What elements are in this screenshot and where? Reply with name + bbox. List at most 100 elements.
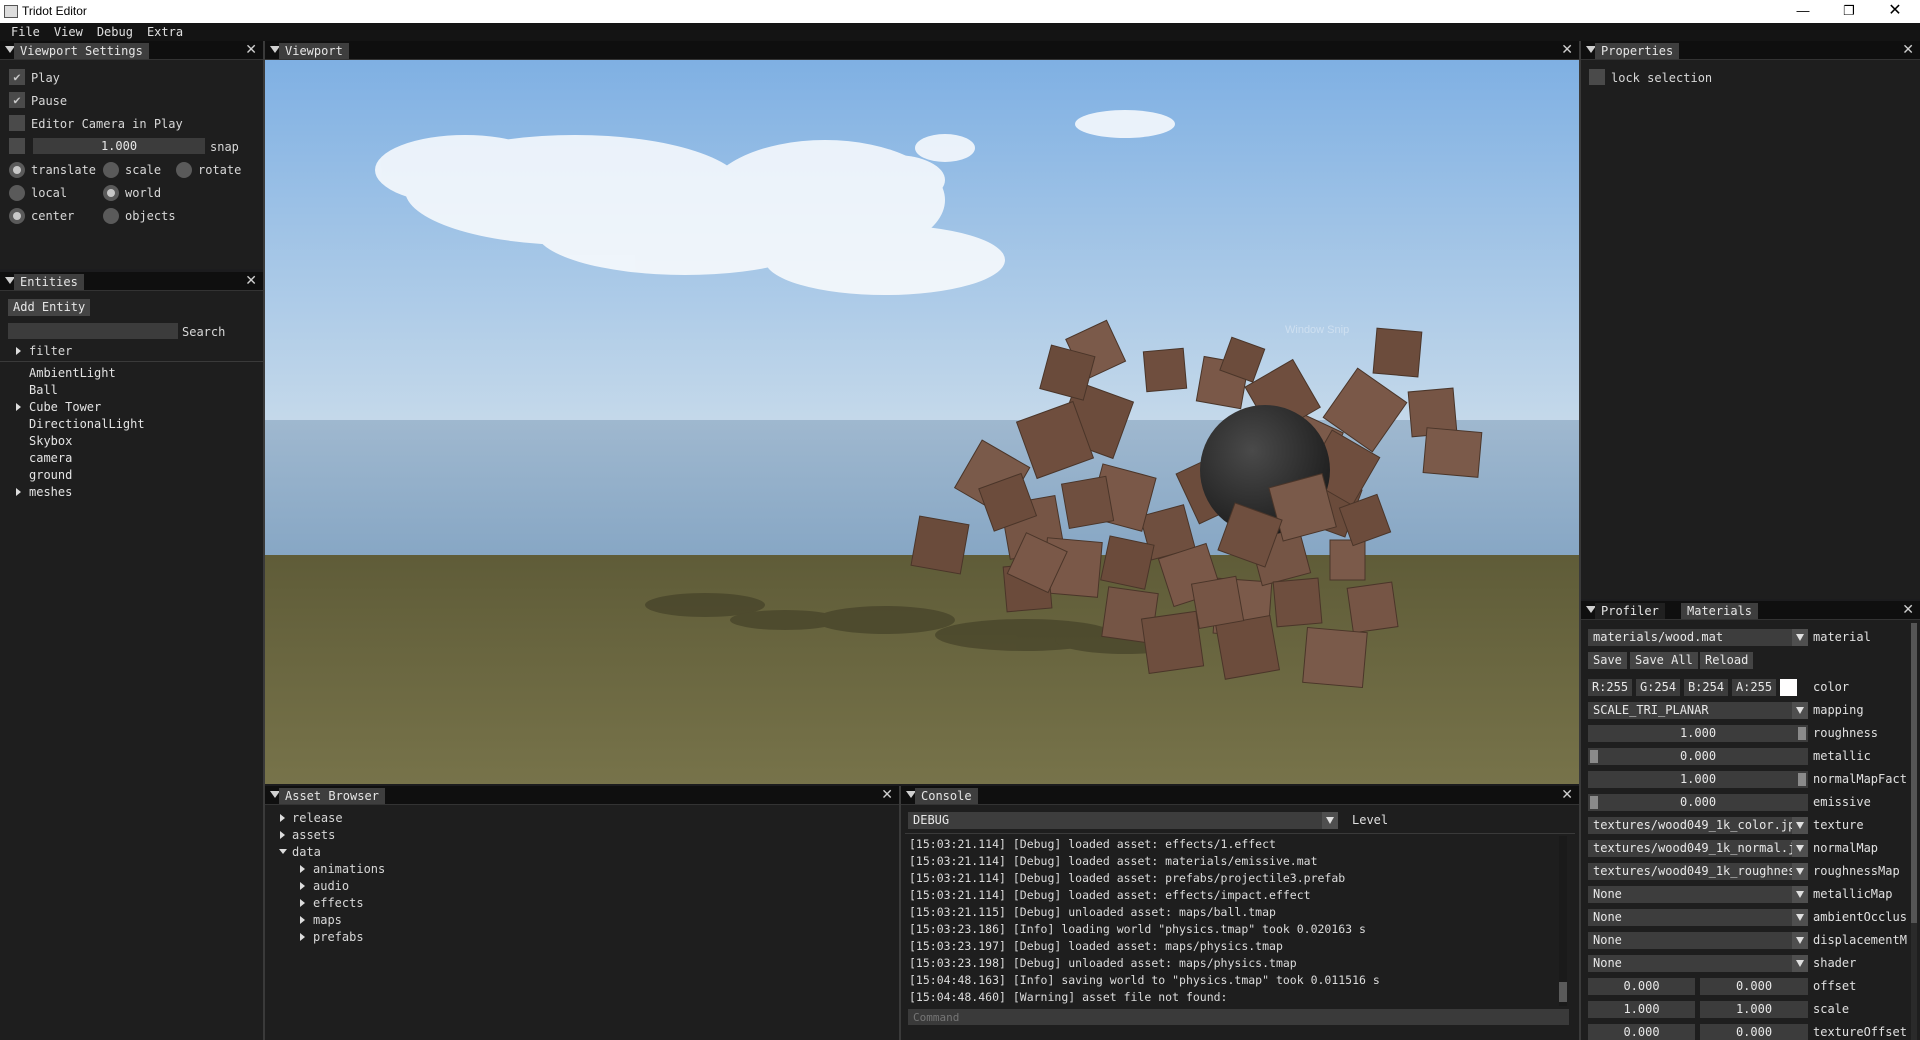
slider-grab[interactable] — [1798, 727, 1806, 740]
asset-folder[interactable]: assets — [292, 827, 335, 843]
metallicmap-select[interactable]: None — [1588, 886, 1808, 903]
asset-folder[interactable]: animations — [313, 861, 385, 877]
scale-x-field[interactable]: 1.000 — [1588, 1001, 1695, 1018]
expand-icon[interactable] — [16, 347, 21, 355]
asset-folder[interactable]: effects — [313, 895, 364, 911]
command-input[interactable] — [908, 1009, 1569, 1025]
expand-icon[interactable] — [300, 916, 305, 924]
color-r-field[interactable]: R:255 — [1588, 679, 1632, 696]
scale-y-field[interactable]: 1.000 — [1700, 1001, 1808, 1018]
color-a-field[interactable]: A:255 — [1732, 679, 1776, 696]
tab-console[interactable]: Console — [915, 788, 978, 804]
asset-folder[interactable]: maps — [313, 912, 342, 928]
asset-folder[interactable]: release — [292, 810, 343, 826]
entity-item[interactable]: AmbientLight — [29, 365, 116, 381]
slider-grab[interactable] — [1798, 773, 1806, 786]
scale-radio[interactable] — [103, 162, 119, 178]
close-icon[interactable]: ✕ — [245, 273, 257, 289]
close-icon[interactable]: ✕ — [1902, 602, 1914, 618]
rotate-radio[interactable] — [176, 162, 192, 178]
color-g-field[interactable]: G:254 — [1636, 679, 1680, 696]
menu-file[interactable]: File — [0, 23, 47, 41]
entity-item[interactable]: Cube Tower — [29, 399, 101, 415]
scrollbar[interactable] — [1911, 623, 1917, 1040]
editor-camera-checkbox[interactable] — [9, 115, 25, 131]
center-radio[interactable] — [9, 208, 25, 224]
close-icon[interactable]: ✕ — [1561, 42, 1573, 58]
tab-asset-browser[interactable]: Asset Browser — [279, 788, 385, 804]
expand-icon[interactable] — [280, 831, 285, 839]
entity-item[interactable]: Skybox — [29, 433, 72, 449]
normalmap-select[interactable]: textures/wood049_1k_normal.j — [1588, 840, 1808, 857]
ambientocclusion-select[interactable]: None — [1588, 909, 1808, 926]
expand-icon[interactable] — [300, 933, 305, 941]
collapse-folder-icon[interactable] — [279, 849, 287, 854]
texture-offset-x-field[interactable]: 0.000 — [1588, 1024, 1695, 1040]
menu-extra[interactable]: Extra — [140, 23, 190, 41]
play-checkbox[interactable]: ✔ — [9, 69, 25, 85]
tab-properties[interactable]: Properties — [1595, 43, 1680, 59]
minimize-icon[interactable]: — — [1780, 0, 1826, 23]
entity-item[interactable]: Ball — [29, 382, 58, 398]
log-level-select[interactable]: DEBUG — [908, 812, 1338, 829]
entity-item[interactable]: DirectionalLight — [29, 416, 145, 432]
snap-checkbox[interactable] — [9, 138, 25, 154]
color-b-field[interactable]: B:254 — [1684, 679, 1728, 696]
shader-select[interactable]: None — [1588, 955, 1808, 972]
texture-select[interactable]: textures/wood049_1k_color.jp — [1588, 817, 1808, 834]
displacement-select[interactable]: None — [1588, 932, 1808, 949]
snap-input[interactable]: 1.000 — [33, 138, 205, 154]
entity-search-input[interactable] — [8, 323, 178, 339]
entity-item[interactable]: camera — [29, 450, 72, 466]
expand-icon[interactable] — [300, 899, 305, 907]
add-entity-button[interactable]: Add Entity — [8, 299, 91, 316]
lock-selection-checkbox[interactable] — [1589, 69, 1605, 85]
offset-y-field[interactable]: 0.000 — [1700, 978, 1808, 995]
console-scrollbar[interactable] — [1559, 836, 1567, 1006]
restore-icon[interactable]: ❐ — [1826, 0, 1872, 23]
close-icon[interactable]: ✕ — [1561, 787, 1573, 803]
translate-radio[interactable] — [9, 162, 25, 178]
menu-view[interactable]: View — [47, 23, 90, 41]
emissive-slider[interactable]: 0.000 — [1588, 794, 1808, 811]
color-swatch[interactable] — [1780, 679, 1797, 696]
expand-icon[interactable] — [280, 814, 285, 822]
save-all-button[interactable]: Save All — [1630, 652, 1698, 669]
menu-debug[interactable]: Debug — [90, 23, 140, 41]
entity-item[interactable]: meshes — [29, 484, 72, 500]
roughnessmap-select[interactable]: textures/wood049_1k_roughnes — [1588, 863, 1808, 880]
world-radio[interactable] — [103, 185, 119, 201]
metallic-slider[interactable]: 0.000 — [1588, 748, 1808, 765]
pause-checkbox[interactable]: ✔ — [9, 92, 25, 108]
normalmapfact-slider[interactable]: 1.000 — [1588, 771, 1808, 788]
asset-folder[interactable]: prefabs — [313, 929, 364, 945]
slider-grab[interactable] — [1590, 796, 1598, 809]
tab-viewport[interactable]: Viewport — [279, 43, 349, 59]
tab-profiler[interactable]: Profiler — [1595, 603, 1665, 619]
expand-icon[interactable] — [16, 488, 21, 496]
material-select[interactable]: materials/wood.mat — [1588, 629, 1808, 646]
entity-item[interactable]: ground — [29, 467, 72, 483]
viewport-scene[interactable]: Window Snip — [265, 60, 1579, 784]
save-button[interactable]: Save — [1588, 652, 1627, 669]
expand-icon[interactable] — [300, 865, 305, 873]
close-icon[interactable]: ✕ — [1902, 42, 1914, 58]
mapping-select[interactable]: SCALE_TRI_PLANAR — [1588, 702, 1808, 719]
tab-viewport-settings[interactable]: Viewport Settings — [14, 43, 149, 59]
slider-grab[interactable] — [1590, 750, 1598, 763]
expand-icon[interactable] — [300, 882, 305, 890]
local-radio[interactable] — [9, 185, 25, 201]
close-window-icon[interactable]: ✕ — [1872, 0, 1918, 23]
close-icon[interactable]: ✕ — [881, 787, 893, 803]
tab-entities[interactable]: Entities — [14, 274, 84, 290]
offset-x-field[interactable]: 0.000 — [1588, 978, 1695, 995]
asset-folder[interactable]: data — [292, 844, 321, 860]
asset-folder[interactable]: audio — [313, 878, 349, 894]
reload-button[interactable]: Reload — [1700, 652, 1754, 669]
expand-icon[interactable] — [16, 403, 21, 411]
roughness-slider[interactable]: 1.000 — [1588, 725, 1808, 742]
tab-materials[interactable]: Materials — [1681, 603, 1759, 619]
objects-radio[interactable] — [103, 208, 119, 224]
filter-toggle[interactable]: filter — [29, 343, 72, 359]
texture-offset-y-field[interactable]: 0.000 — [1700, 1024, 1808, 1040]
